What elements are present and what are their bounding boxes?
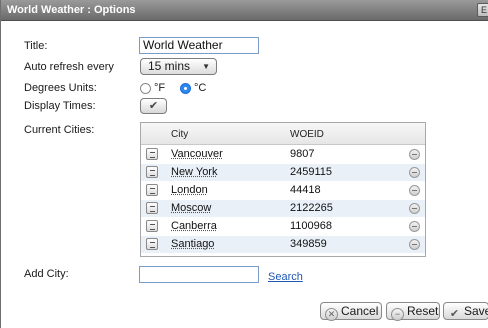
minus-circle-icon[interactable]: [409, 239, 420, 250]
city-name[interactable]: Moscow: [171, 202, 211, 214]
units-label: Degrees Units:: [24, 82, 97, 94]
table-row[interactable]: Vancouver 9807: [141, 146, 425, 163]
city-name[interactable]: Santiago: [171, 238, 214, 250]
title-bar[interactable]: World Weather : Options E: [1, 0, 488, 21]
checkmark-icon: ✔: [449, 308, 460, 320]
city-woeid: 44418: [290, 184, 321, 196]
cities-label: Current Cities:: [24, 124, 95, 136]
list-icon[interactable]: [146, 148, 158, 160]
minus-circle-icon[interactable]: [409, 185, 420, 196]
unit-c-label: °C: [194, 82, 207, 94]
table-row[interactable]: Santiago 349859: [141, 236, 425, 253]
column-header-woeid[interactable]: WOEID: [290, 129, 324, 140]
unit-c-radio[interactable]: [180, 83, 191, 94]
table-row[interactable]: New York 2459115: [141, 164, 425, 181]
add-city-label: Add City:: [24, 268, 69, 280]
list-icon[interactable]: [146, 184, 158, 196]
times-label: Display Times:: [24, 100, 96, 112]
city-name[interactable]: New York: [171, 166, 217, 178]
window-title: World Weather : Options: [7, 4, 136, 16]
title-field[interactable]: World Weather: [139, 37, 259, 54]
chevron-down-icon: ▼: [202, 62, 210, 71]
display-times-toggle[interactable]: ✔: [140, 98, 167, 114]
save-label: Save: [464, 304, 488, 318]
minus-circle-icon[interactable]: [409, 167, 420, 178]
close-icon[interactable]: E: [477, 3, 488, 17]
city-woeid: 9807: [290, 148, 315, 160]
minus-circle-icon[interactable]: [409, 203, 420, 214]
title-label: Title:: [24, 40, 48, 52]
reset-circle-icon: −: [391, 308, 404, 321]
city-woeid: 2122265: [290, 202, 333, 214]
cancel-label: Cancel: [341, 304, 379, 318]
cities-table: City WOEID Vancouver 9807 New York 24591…: [140, 122, 426, 257]
city-name[interactable]: Canberra: [171, 220, 217, 232]
table-row[interactable]: London 44418: [141, 182, 425, 199]
list-icon[interactable]: [146, 220, 158, 232]
unit-f-radio[interactable]: [140, 83, 151, 94]
cancel-button[interactable]: ✕ Cancel: [320, 302, 382, 321]
cities-header: City WOEID: [141, 123, 425, 145]
city-woeid: 349859: [290, 238, 327, 250]
list-icon[interactable]: [146, 202, 158, 214]
city-woeid: 1100968: [290, 220, 333, 232]
x-circle-icon: ✕: [325, 308, 338, 321]
refresh-label: Auto refresh every: [24, 61, 114, 73]
checkmark-icon: ✔: [148, 100, 159, 112]
minus-circle-icon[interactable]: [409, 149, 420, 160]
city-name[interactable]: London: [171, 184, 208, 196]
list-icon[interactable]: [146, 238, 158, 250]
add-city-field[interactable]: [139, 266, 259, 283]
table-row[interactable]: Canberra 1100968: [141, 218, 425, 235]
options-dialog: World Weather : Options E Title: World W…: [0, 0, 488, 328]
list-icon[interactable]: [146, 166, 158, 178]
table-row[interactable]: Moscow 2122265: [141, 200, 425, 217]
save-button[interactable]: ✔ Save: [443, 302, 488, 320]
search-link[interactable]: Search: [268, 271, 303, 283]
city-name[interactable]: Vancouver: [171, 148, 223, 160]
city-woeid: 2459115: [290, 166, 333, 178]
refresh-select[interactable]: 15 mins ▼: [140, 58, 217, 75]
refresh-select-value: 15 mins: [148, 59, 191, 73]
column-header-city[interactable]: City: [171, 129, 188, 140]
reset-label: Reset: [407, 304, 439, 318]
reset-button[interactable]: − Reset: [386, 302, 440, 321]
minus-circle-icon[interactable]: [409, 221, 420, 232]
unit-f-label: °F: [154, 82, 166, 94]
